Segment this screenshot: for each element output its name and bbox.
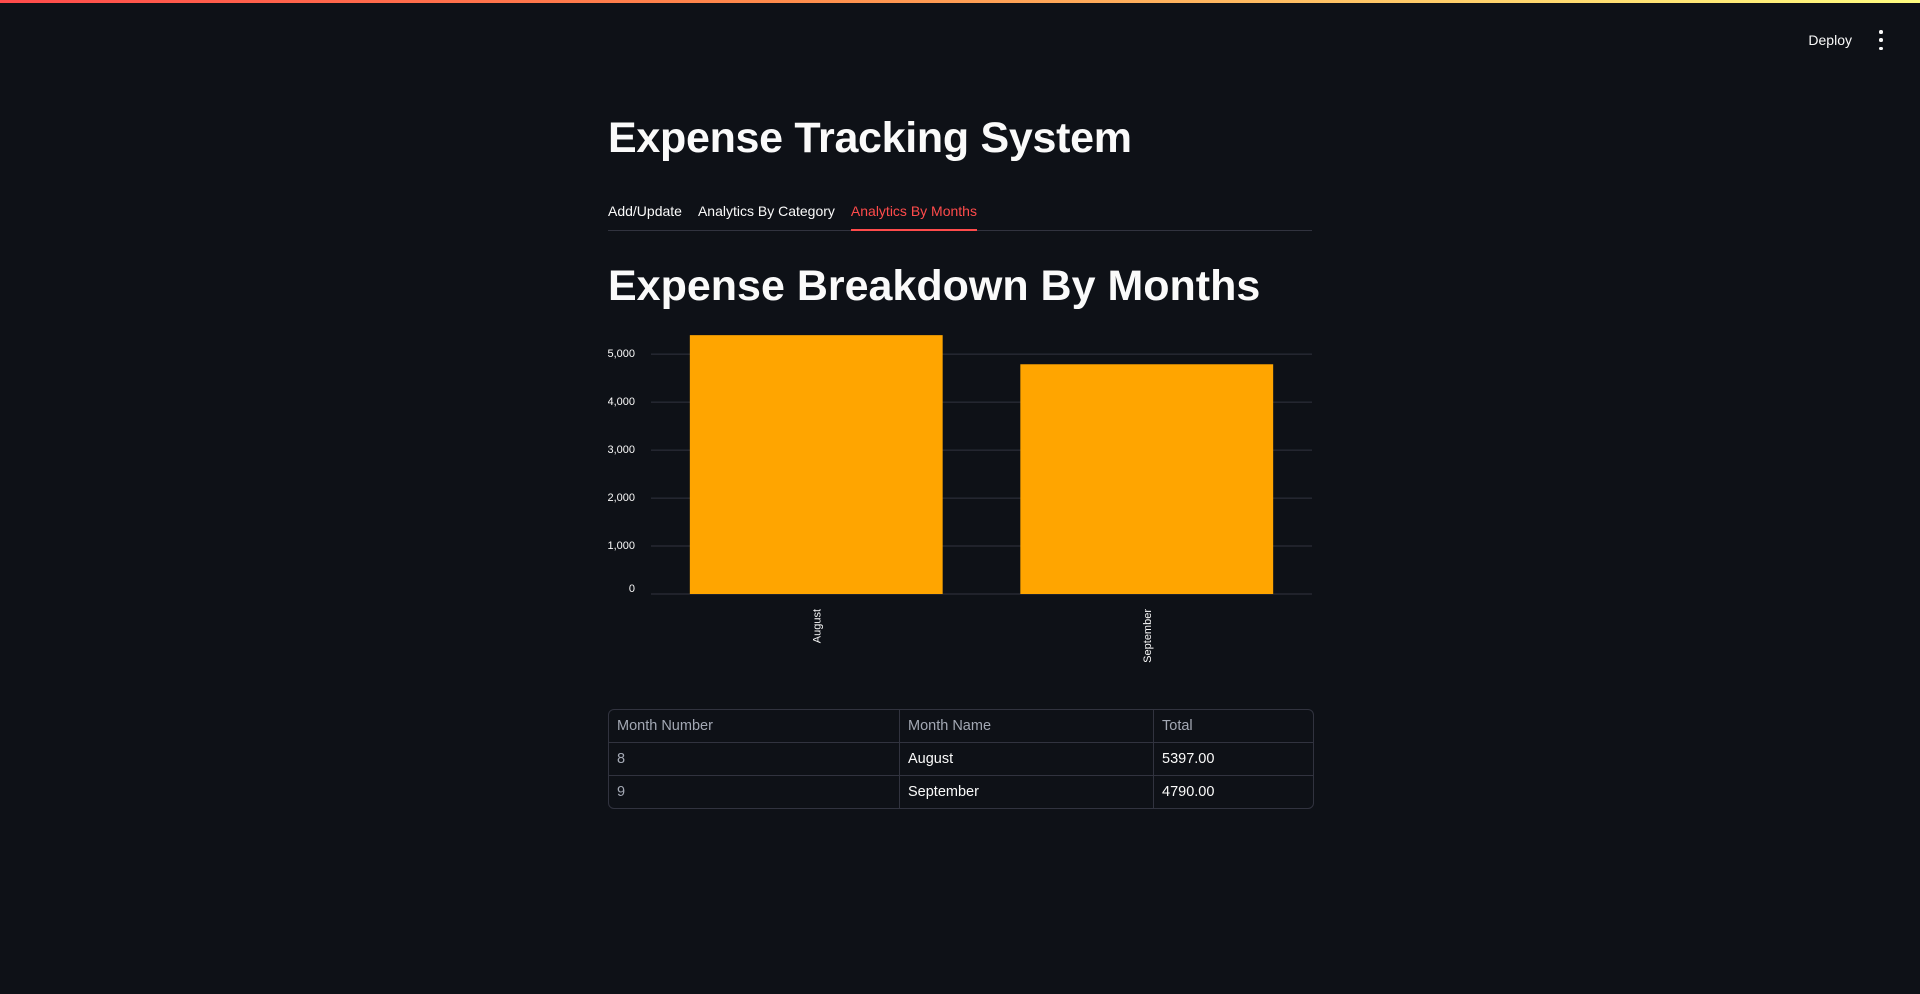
section-title: Expense Breakdown By Months — [608, 262, 1261, 310]
column-header-month-name[interactable]: Month Name — [899, 710, 1154, 743]
column-header-month-number[interactable]: Month Number — [609, 710, 900, 743]
tab-analytics-by-months[interactable]: Analytics By Months — [850, 199, 978, 231]
total-cell[interactable]: 4790.00 — [1154, 776, 1314, 809]
y-tick-label: 2,000 — [608, 492, 635, 504]
monthly-expense-table: Month Number Month Name Total 8 August 5… — [608, 709, 1314, 809]
page-title: Expense Tracking System — [608, 114, 1132, 162]
menu-dot — [1879, 38, 1883, 42]
x-tick-label: August — [811, 609, 823, 643]
x-tick-label: September — [1142, 609, 1154, 663]
vertical-ellipsis-icon[interactable] — [1876, 30, 1886, 50]
menu-dot — [1879, 30, 1883, 34]
month-number-cell[interactable]: 8 — [609, 742, 900, 776]
table-row: 8 August 5397.00 — [609, 742, 1313, 776]
month-name-cell[interactable]: August — [899, 742, 1154, 776]
table-row: 9 September 4790.00 — [609, 775, 1314, 809]
app-header: Deploy — [0, 0, 1920, 80]
month-number-cell[interactable]: 9 — [609, 775, 900, 808]
y-tick-label: 0 — [629, 583, 635, 595]
column-header-total[interactable]: Total — [1153, 710, 1313, 743]
bar — [1020, 364, 1274, 594]
tab-analytics-by-category[interactable]: Analytics By Category — [698, 199, 835, 230]
y-tick-label: 4,000 — [608, 396, 635, 408]
total-cell[interactable]: 5397.00 — [1153, 742, 1313, 776]
month-name-cell[interactable]: September — [899, 775, 1154, 808]
deploy-button[interactable]: Deploy — [1802, 28, 1858, 52]
menu-dot — [1879, 46, 1883, 50]
expense-bar-chart: 0 1,000 2,000 3,000 4,000 5,000 August Septembe… — [608, 335, 1312, 675]
bar — [689, 335, 943, 594]
y-tick-label: 5,000 — [608, 348, 635, 360]
y-tick-label: 3,000 — [608, 444, 635, 456]
bar-chart-svg: 0 1,000 2,000 3,000 4,000 5,000 August Septembe… — [608, 335, 1312, 663]
tab-bar: Add/Update Analytics By Category Analyti… — [608, 199, 1312, 231]
y-tick-label: 1,000 — [608, 540, 635, 552]
table-header-row: Month Number Month Name Total — [609, 710, 1313, 743]
tab-add-update[interactable]: Add/Update — [608, 199, 682, 230]
